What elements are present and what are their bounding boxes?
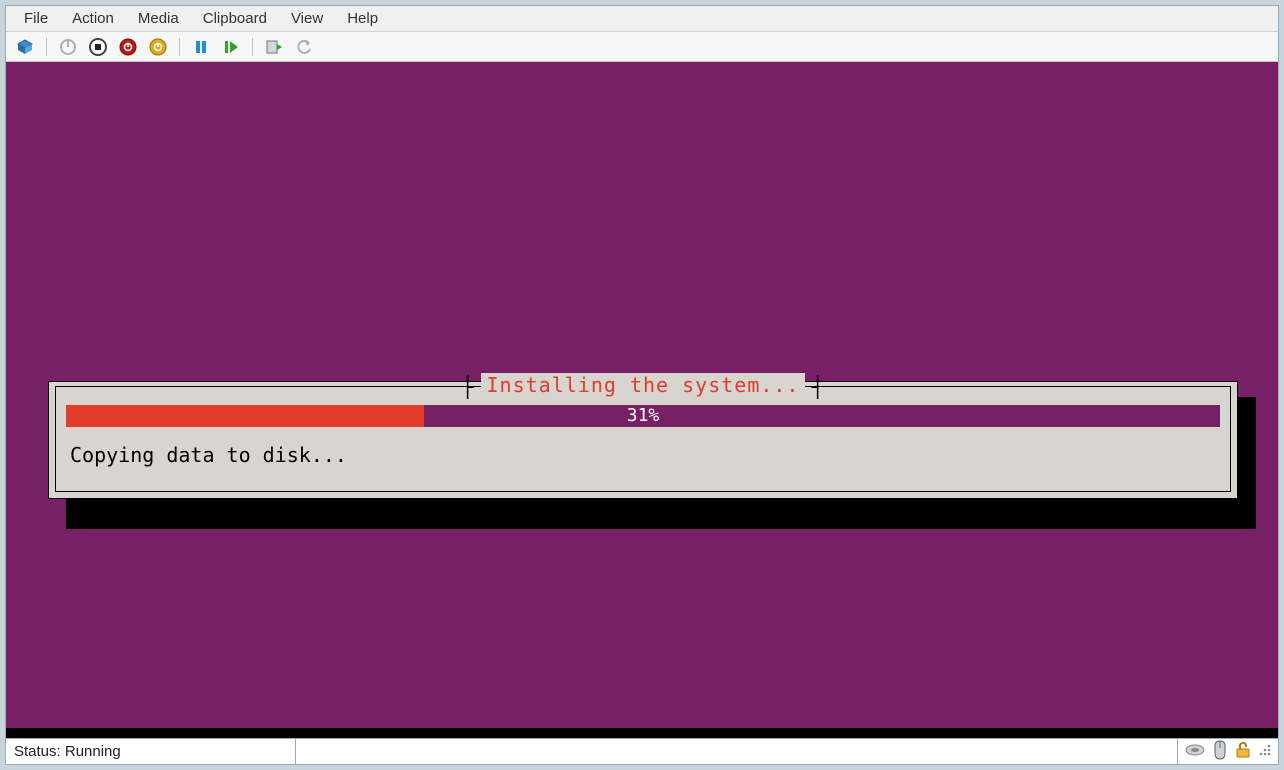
server-icon[interactable] [12, 35, 38, 59]
pause-icon[interactable] [188, 35, 214, 59]
vm-display[interactable]: ├Installing the system...┤ 31% Copying d… [6, 62, 1278, 738]
status-empty-cell [296, 739, 1178, 764]
status-text-label: Status: Running [14, 743, 121, 760]
status-icons [1178, 739, 1278, 764]
installer-dialog: ├Installing the system...┤ 31% Copying d… [48, 381, 1238, 499]
installer-title-text: Installing the system... [481, 373, 806, 397]
menu-view[interactable]: View [279, 8, 335, 29]
start-icon[interactable] [218, 35, 244, 59]
mouse-icon[interactable] [1212, 740, 1228, 764]
lock-icon[interactable] [1234, 741, 1252, 763]
power-off-icon[interactable] [55, 35, 81, 59]
installer-title: ├Installing the system...┤ [56, 373, 1230, 399]
menu-action[interactable]: Action [60, 8, 126, 29]
menu-help[interactable]: Help [335, 8, 390, 29]
checkpoint-icon[interactable] [261, 35, 287, 59]
status-bar: Status: Running [6, 738, 1278, 764]
toolbar-separator [252, 38, 253, 56]
toolbar-separator [46, 38, 47, 56]
menu-clipboard[interactable]: Clipboard [191, 8, 279, 29]
menu-file[interactable]: File [12, 8, 60, 29]
toolbar-separator [179, 38, 180, 56]
progress-percent-label: 31% [66, 405, 1220, 427]
progress-bar: 31% [66, 405, 1220, 427]
speaker-icon[interactable] [1184, 742, 1206, 762]
installer-inner-frame: ├Installing the system...┤ 31% Copying d… [55, 386, 1231, 492]
toolbar [6, 32, 1278, 62]
revert-icon[interactable] [291, 35, 317, 59]
resize-grip-icon[interactable] [1258, 743, 1272, 761]
hyperv-window: File Action Media Clipboard View Help [5, 5, 1279, 765]
installer-status-text: Copying data to disk... [66, 443, 1220, 467]
power-on-icon[interactable] [85, 35, 111, 59]
menu-bar: File Action Media Clipboard View Help [6, 6, 1278, 32]
menu-media[interactable]: Media [126, 8, 191, 29]
shutdown-icon[interactable] [115, 35, 141, 59]
reset-icon[interactable] [145, 35, 171, 59]
status-text: Status: Running [6, 739, 296, 764]
